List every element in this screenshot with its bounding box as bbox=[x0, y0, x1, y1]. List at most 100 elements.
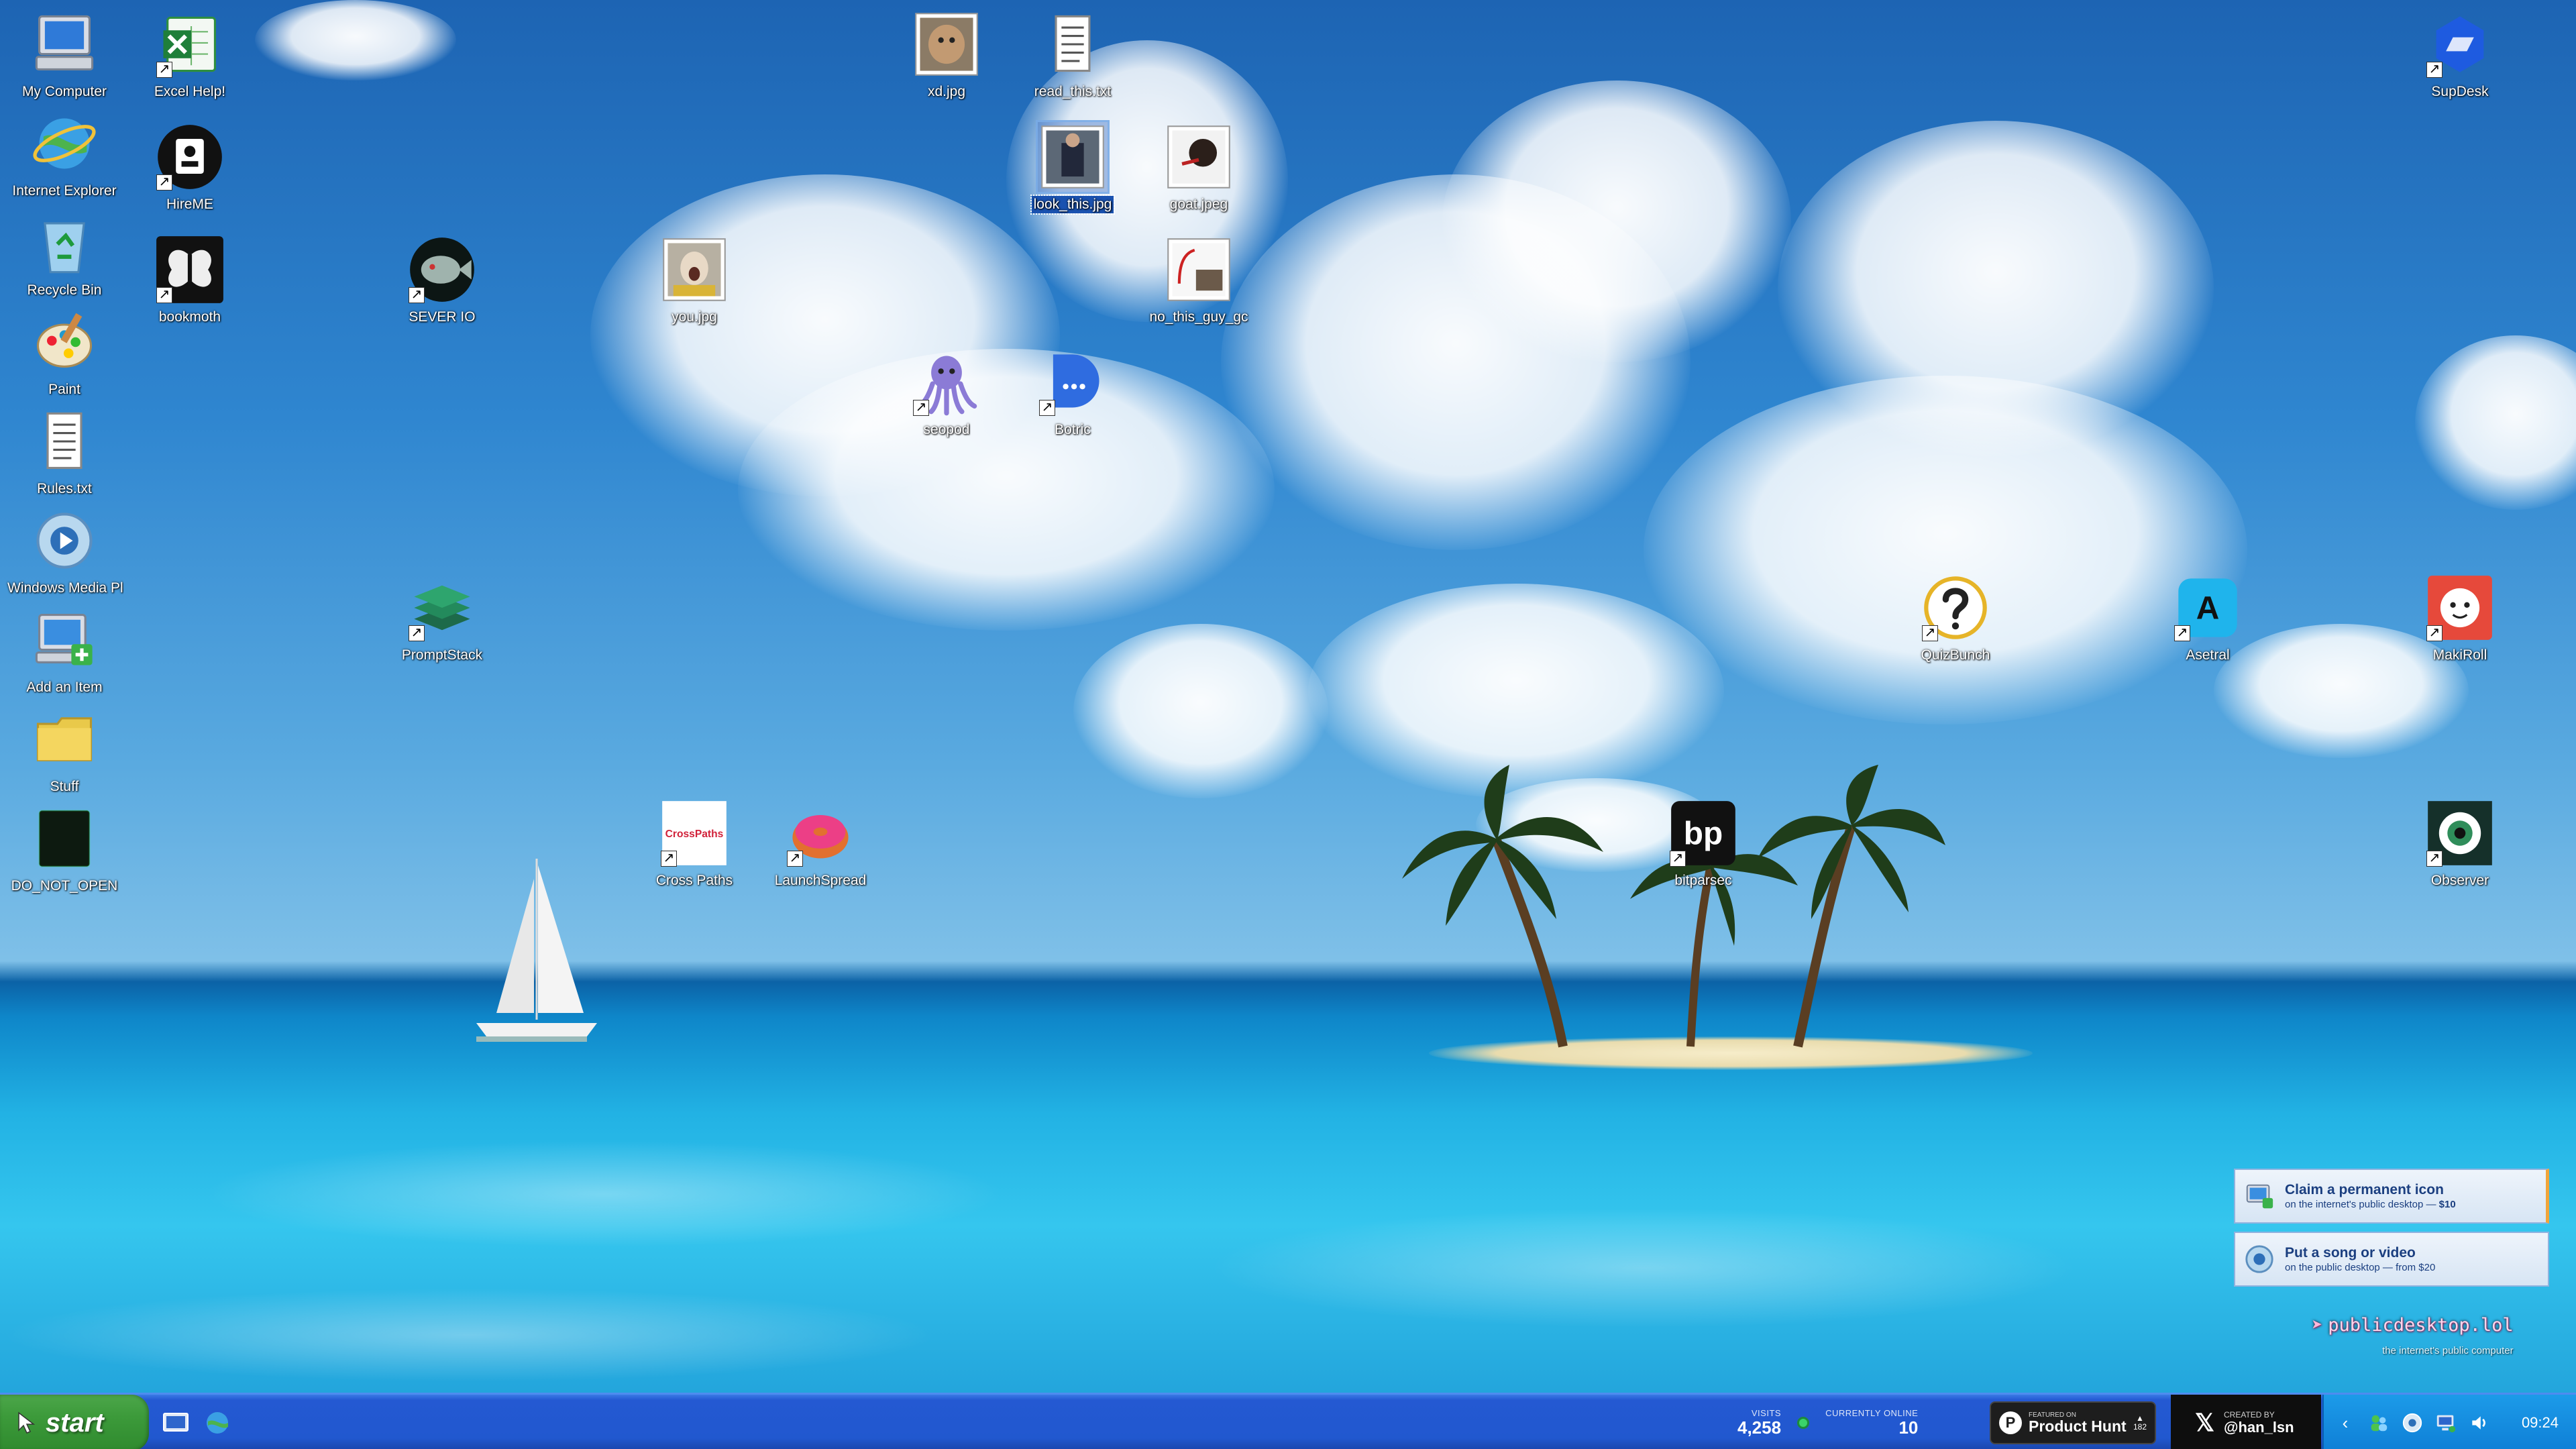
fish-icon: ↗ bbox=[407, 235, 477, 305]
shortcut-arrow-icon: ↗ bbox=[1922, 625, 1938, 641]
icon-label: DO_NOT_OPEN bbox=[11, 878, 118, 894]
icon-label: Windows Media Player bbox=[7, 580, 123, 596]
clock: 09:24 bbox=[2521, 1414, 2559, 1431]
upvote-count: ▲ 182 bbox=[2133, 1413, 2147, 1432]
icon-label: Cross Paths bbox=[655, 873, 733, 888]
start-button[interactable]: start bbox=[0, 1395, 149, 1449]
recycle-bin-icon bbox=[30, 208, 99, 278]
network-icon[interactable] bbox=[2434, 1411, 2458, 1435]
shortcut-arrow-icon: ↗ bbox=[156, 62, 172, 78]
cursor-icon bbox=[18, 1411, 36, 1434]
browser-quicklaunch-icon[interactable] bbox=[203, 1408, 232, 1438]
shortcut-arrow-icon: ↗ bbox=[2174, 625, 2190, 641]
shortcut-arrow-icon: ↗ bbox=[787, 851, 803, 867]
photo-icon bbox=[659, 235, 729, 305]
icon-label: Add an Item bbox=[26, 680, 103, 695]
internet-explorer-shortcut[interactable]: Internet Explorer bbox=[4, 109, 125, 203]
quizbunch-shortcut[interactable]: ↗ QuizBunch bbox=[1895, 573, 2016, 667]
you-jpg-file[interactable]: you.jpg bbox=[634, 235, 755, 329]
icon-label: HireME bbox=[166, 197, 213, 212]
recycle-bin-shortcut[interactable]: Recycle Bin bbox=[4, 208, 125, 303]
shortcut-arrow-icon: ↗ bbox=[409, 625, 425, 641]
icon-label: Botric bbox=[1055, 422, 1091, 437]
launchspread-shortcut[interactable]: ↗ LaunchSpread bbox=[760, 798, 881, 893]
icon-label: Rules.txt bbox=[37, 481, 92, 496]
start-label: start bbox=[46, 1407, 104, 1438]
bp-logo-text: bp bbox=[1684, 816, 1723, 852]
cross-paths-shortcut[interactable]: CrossPaths ↗ Cross Paths bbox=[634, 798, 755, 893]
chevron-left-icon[interactable]: ‹ bbox=[2333, 1411, 2357, 1435]
cursor-icon: ➤ bbox=[2312, 1315, 2323, 1336]
water-shimmer bbox=[1208, 1208, 2080, 1328]
goat-jpeg-file[interactable]: goat.jpeg bbox=[1138, 122, 1259, 217]
song-video-promo[interactable]: Put a song or video on the public deskto… bbox=[2234, 1232, 2549, 1287]
media-promo-icon bbox=[2243, 1243, 2275, 1275]
hireme-shortcut[interactable]: ↗ HireME bbox=[129, 122, 250, 217]
photo-icon bbox=[1164, 122, 1234, 192]
add-item-icon bbox=[30, 605, 99, 675]
volume-icon[interactable] bbox=[2467, 1411, 2491, 1435]
xd-jpg-file[interactable]: xd.jpg bbox=[886, 9, 1007, 104]
computer-promo-icon bbox=[2243, 1180, 2275, 1212]
bitparsec-shortcut[interactable]: bp ↗ bitparsec bbox=[1643, 798, 1764, 893]
icon-label: Asetral bbox=[2186, 647, 2230, 663]
stack-icon: ↗ bbox=[407, 573, 477, 643]
observer-shortcut[interactable]: ↗ Observer bbox=[2400, 798, 2520, 893]
add-an-item-shortcut[interactable]: Add an Item bbox=[4, 605, 125, 700]
question-icon: ↗ bbox=[1921, 573, 1990, 643]
makiroll-shortcut[interactable]: ↗ MakiRoll bbox=[2400, 573, 2520, 667]
my-computer-icon bbox=[30, 9, 99, 79]
icon-label: Stuff bbox=[50, 779, 79, 794]
icon-label: you.jpg bbox=[672, 309, 717, 325]
promo-price: $10 bbox=[2438, 1198, 2456, 1210]
promptstack-shortcut[interactable]: ↗ PromptStack bbox=[382, 573, 502, 667]
media-player-icon bbox=[30, 506, 99, 576]
icon-label: Paint bbox=[48, 382, 80, 397]
bookmoth-shortcut[interactable]: ↗ bookmoth bbox=[129, 235, 250, 329]
look-this-jpg-file[interactable]: look_this.jpg bbox=[1012, 120, 1133, 217]
promo-subtitle: on the internet's public desktop — $10 bbox=[2285, 1198, 2456, 1210]
seopod-shortcut[interactable]: ↗ seopod bbox=[886, 347, 1007, 442]
excel-icon: ↗ bbox=[155, 9, 225, 79]
users-icon[interactable] bbox=[2367, 1411, 2391, 1435]
online-dot-icon bbox=[1797, 1417, 1810, 1429]
read-this-txt-file[interactable]: read_this.txt bbox=[1012, 9, 1133, 104]
stuff-folder[interactable]: Stuff bbox=[4, 704, 125, 799]
promo-subtitle: on the public desktop — from $20 bbox=[2285, 1261, 2436, 1273]
icon-label: read_this.txt bbox=[1034, 84, 1112, 99]
windows-media-player-shortcut[interactable]: Windows Media Player bbox=[4, 506, 125, 600]
donut-icon: ↗ bbox=[786, 798, 855, 868]
botric-shortcut[interactable]: ↗ Botric bbox=[1012, 347, 1133, 442]
water-shimmer bbox=[0, 1288, 939, 1382]
photo-icon bbox=[1164, 235, 1234, 305]
site-stats: VISITS 4,258 CURRENTLY ONLINE 10 bbox=[1737, 1395, 1918, 1449]
brand-tagline: the internet's public computer bbox=[2382, 1345, 2514, 1356]
icon-label: LaunchSpread bbox=[774, 873, 867, 888]
asetral-shortcut[interactable]: A ↗ Asetral bbox=[2147, 573, 2268, 667]
excel-help-shortcut[interactable]: ↗ Excel Help! bbox=[129, 9, 250, 104]
claim-icon-promo[interactable]: Claim a permanent icon on the internet's… bbox=[2234, 1169, 2549, 1224]
creator-badge[interactable]: 𝕏 CREATED BY @han_lsn bbox=[2171, 1395, 2321, 1449]
text-file-icon bbox=[30, 407, 99, 476]
shortcut-arrow-icon: ↗ bbox=[156, 174, 172, 191]
product-hunt-badge[interactable]: P FEATURED ON Product Hunt ▲ 182 bbox=[1990, 1401, 2156, 1444]
rules-txt-shortcut[interactable]: Rules.txt bbox=[4, 407, 125, 501]
icon-label: QuizBunch bbox=[1921, 647, 1990, 663]
my-computer-shortcut[interactable]: My Computer bbox=[4, 9, 125, 104]
icon-label: SEVER IO bbox=[409, 309, 476, 325]
black-file-icon bbox=[30, 804, 99, 873]
paint-icon bbox=[30, 307, 99, 377]
no-this-guy-gc-file[interactable]: no_this_guy_gc bbox=[1138, 235, 1259, 329]
sever-io-shortcut[interactable]: ↗ SEVER IO bbox=[382, 235, 502, 329]
shortcut-arrow-icon: ↗ bbox=[913, 400, 929, 416]
shortcut-arrow-icon: ↗ bbox=[2426, 62, 2443, 78]
x-logo-icon: 𝕏 bbox=[2195, 1409, 2215, 1436]
supdesk-shortcut[interactable]: ↗ SupDesk bbox=[2400, 9, 2520, 104]
brand-link[interactable]: ➤ publicdesktop.lol bbox=[2312, 1315, 2514, 1336]
icon-label: look_this.jpg bbox=[1030, 195, 1116, 215]
show-desktop-icon[interactable] bbox=[161, 1408, 191, 1438]
hireme-icon: ↗ bbox=[155, 122, 225, 192]
paint-shortcut[interactable]: Paint bbox=[4, 307, 125, 402]
do-not-open-file[interactable]: DO_NOT_OPEN bbox=[4, 804, 125, 898]
media-player-tray-icon[interactable] bbox=[2400, 1411, 2424, 1435]
